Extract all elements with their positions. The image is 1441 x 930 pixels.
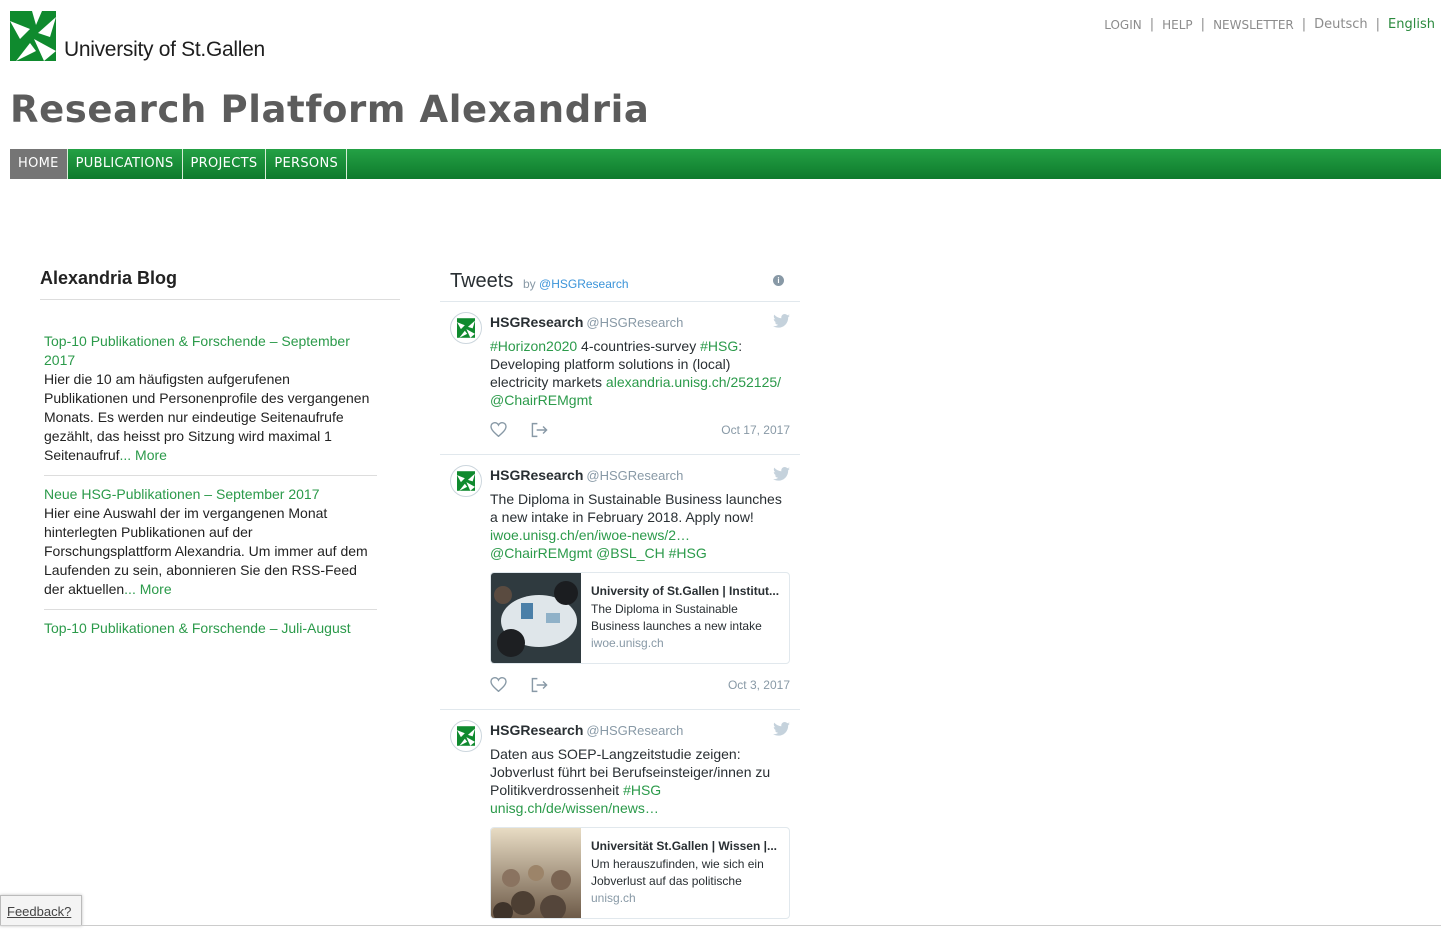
card-title: Universität St.Gallen | Wissen |...: [591, 839, 777, 853]
nav-projects[interactable]: PROJECTS: [183, 149, 267, 179]
timeline-title: Tweets: [450, 270, 514, 292]
info-icon[interactable]: i: [773, 275, 784, 286]
language-deutsch-link[interactable]: Deutsch: [1314, 17, 1368, 32]
tweet-list: HSGResearch @HSGResearch #Horizon2020 4-c…: [440, 302, 800, 930]
blog-post: Top-10 Publikationen & Forschende – Sept…: [44, 332, 377, 476]
login-link[interactable]: LOGIN: [1104, 18, 1142, 32]
main-navigation: HOME PUBLICATIONS PROJECTS PERSONS: [10, 149, 1441, 179]
twitter-bird-icon[interactable]: [773, 467, 790, 481]
help-link[interactable]: HELP: [1162, 18, 1193, 32]
timeline-account-link[interactable]: @HSGResearch: [539, 277, 629, 291]
tweet-text: The Diploma in Sustainable Business laun…: [490, 491, 782, 561]
card-image: [491, 573, 581, 663]
nav-home[interactable]: HOME: [10, 149, 68, 179]
tweet-author-handle[interactable]: @HSGResearch: [586, 315, 683, 330]
avatar[interactable]: [450, 720, 482, 752]
blog-post: Top-10 Publikationen & Forschende – Juli…: [44, 619, 377, 648]
timeline-header: Tweets by @HSGResearch i: [440, 262, 800, 302]
card-description: The Diploma in Sustainable Business laun…: [591, 602, 762, 633]
blog-post-list: Top-10 Publikationen & Forschende – Sept…: [40, 300, 377, 648]
tweet-link[interactable]: #Horizon2020: [490, 338, 577, 354]
tweet-text: #Horizon2020 4-countries-survey #HSG: De…: [490, 338, 782, 408]
tweet-link[interactable]: @ChairREMgmt: [490, 545, 592, 561]
blog-post-more-link[interactable]: ... More: [120, 447, 167, 463]
avatar[interactable]: [450, 465, 482, 497]
blog-section: Alexandria Blog Top-10 Publikationen & F…: [40, 268, 400, 657]
card-domain: iwoe.unisg.ch: [591, 636, 664, 650]
tweet-link[interactable]: #HSG: [669, 545, 707, 561]
share-icon[interactable]: [531, 677, 548, 693]
logo-text: University of St.Gallen: [64, 38, 265, 61]
tweet-link[interactable]: #HSG: [623, 782, 661, 798]
tweet-link[interactable]: iwoe.unisg.ch/en/iwoe-news/2…: [490, 527, 690, 543]
heart-icon[interactable]: [490, 677, 507, 692]
card-description: Um herauszufinden, wie sich ein Jobverlu…: [591, 857, 764, 888]
hsg-logo-icon: [457, 318, 475, 338]
tweet-link[interactable]: @BSL_CH: [596, 545, 665, 561]
twitter-bird-icon[interactable]: [773, 722, 790, 736]
feedback-button[interactable]: Feedback?: [0, 895, 82, 926]
blog-post-title[interactable]: Top-10 Publikationen & Forschende – Juli…: [44, 619, 377, 638]
tweet-link[interactable]: unisg.ch/de/wissen/news…: [490, 800, 659, 816]
tweet-actions: Oct 17, 2017: [490, 409, 790, 454]
card-image: [491, 828, 581, 918]
blog-post-excerpt: Hier eine Auswahl der im vergangenen Mon…: [44, 505, 368, 597]
hsg-logo[interactable]: University of St.Gallen: [10, 11, 265, 61]
avatar[interactable]: [450, 312, 482, 344]
tweet-author-handle[interactable]: @HSGResearch: [586, 468, 683, 483]
share-icon[interactable]: [531, 422, 548, 438]
card-title: University of St.Gallen | Institut...: [591, 584, 780, 598]
blog-post-title[interactable]: Top-10 Publikationen & Forschende – Sept…: [44, 332, 377, 370]
tweet-link[interactable]: alexandria.unisg.ch/252125/: [606, 374, 781, 390]
tweet-date[interactable]: Oct 17, 2017: [721, 423, 790, 437]
tweet-link[interactable]: #HSG: [700, 338, 738, 354]
nav-persons[interactable]: PERSONS: [266, 149, 348, 179]
tweet[interactable]: HSGResearch @HSGResearch Daten aus SOEP-L…: [440, 710, 800, 930]
blog-post-title[interactable]: Neue HSG-Publikationen – September 2017: [44, 485, 377, 504]
newsletter-link[interactable]: NEWSLETTER: [1213, 18, 1294, 32]
tweet-author-name[interactable]: HSGResearch: [490, 722, 583, 738]
tweet[interactable]: HSGResearch @HSGResearch #Horizon2020 4-c…: [440, 302, 800, 455]
blog-post-excerpt: Hier die 10 am häufigsten aufgerufenen P…: [44, 371, 370, 463]
tweet-author-handle[interactable]: @HSGResearch: [586, 723, 683, 738]
nav-publications[interactable]: PUBLICATIONS: [68, 149, 183, 179]
hsg-logo-icon: [457, 726, 475, 746]
heart-icon[interactable]: [490, 422, 507, 437]
twitter-timeline: Tweets by @HSGResearch i HSGResearch @HSG…: [440, 262, 800, 930]
link-card[interactable]: Universität St.Gallen | Wissen |... Um h…: [490, 827, 790, 919]
twitter-bird-icon[interactable]: [773, 314, 790, 328]
tweet-actions: Oct 3, 2017: [490, 664, 790, 709]
top-navigation: LOGIN | HELP | NEWSLETTER | Deutsch | En…: [1104, 17, 1435, 32]
link-card[interactable]: University of St.Gallen | Institut... Th…: [490, 572, 790, 664]
blog-post: Neue HSG-Publikationen – September 2017 …: [44, 485, 377, 610]
tweet-text: Daten aus SOEP-Langzeitstudie zeigen: Jo…: [490, 746, 771, 816]
language-english-link[interactable]: English: [1388, 17, 1435, 32]
tweet[interactable]: HSGResearch @HSGResearch The Diploma in S…: [440, 455, 800, 710]
tweet-link[interactable]: @ChairREMgmt: [490, 392, 592, 408]
tweet-author-name[interactable]: HSGResearch: [490, 314, 583, 330]
hsg-logo-icon: [10, 11, 56, 61]
hsg-logo-icon: [457, 471, 475, 491]
timeline-by-label: by: [523, 277, 536, 291]
tweet-date[interactable]: Oct 3, 2017: [728, 678, 790, 692]
blog-title: Alexandria Blog: [40, 268, 400, 300]
blog-post-more-link[interactable]: ... More: [124, 581, 171, 597]
tweet-author-name[interactable]: HSGResearch: [490, 467, 583, 483]
site-title[interactable]: Research Platform Alexandria: [10, 88, 650, 131]
card-domain: unisg.ch: [591, 891, 636, 905]
